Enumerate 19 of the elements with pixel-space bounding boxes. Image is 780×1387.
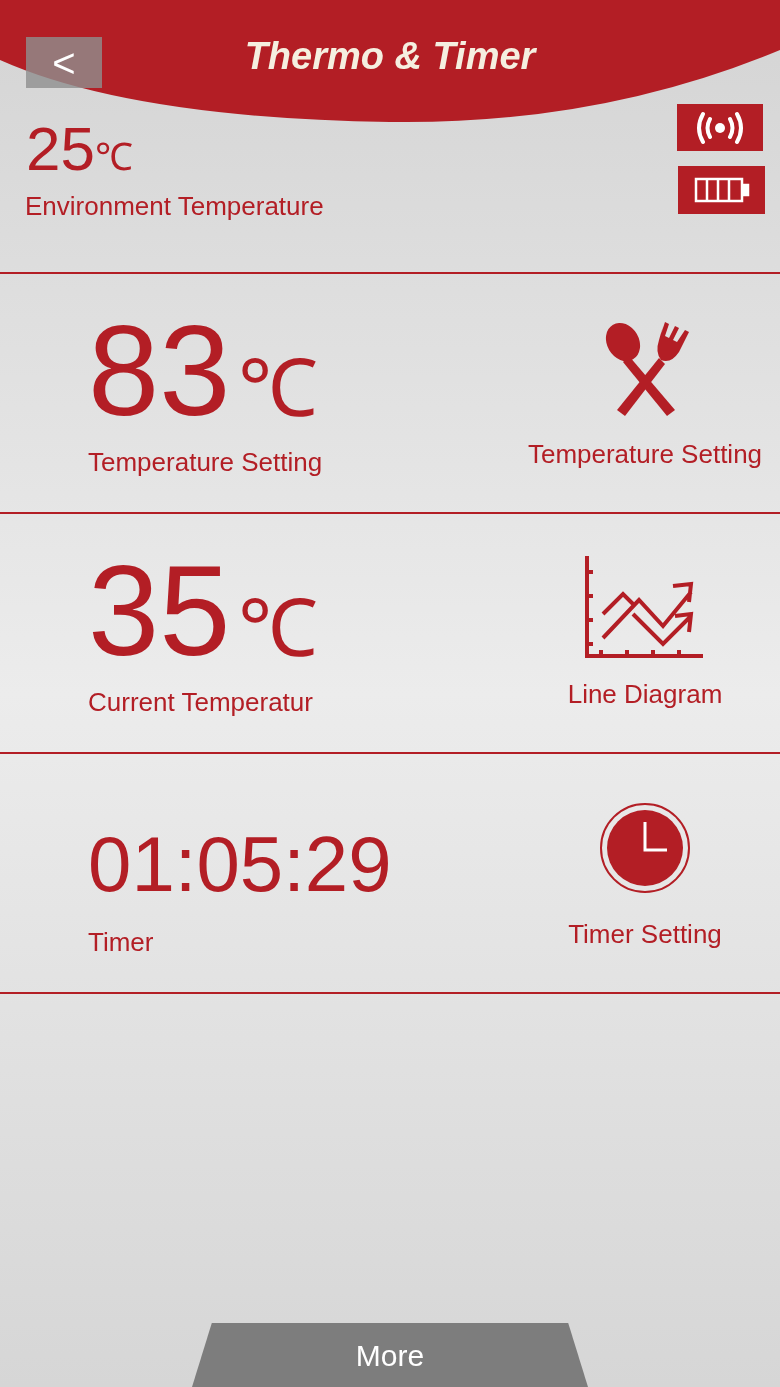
temperature-unit: ℃ — [94, 138, 133, 176]
battery-icon — [678, 166, 765, 214]
environment-temperature-value: 25 — [26, 118, 95, 180]
environment-temperature-label: Environment Temperature — [25, 190, 324, 223]
reading-value: 35 — [88, 546, 231, 675]
setting-link[interactable]: Temperature Setting — [527, 434, 763, 474]
reading-value: 83 — [88, 306, 231, 435]
back-button[interactable]: < — [26, 37, 102, 88]
reading-label: Temperature Setting — [88, 445, 324, 479]
reading-value: 01:05:29 — [88, 824, 392, 910]
setting-link[interactable]: Timer Setting — [568, 914, 722, 954]
temperature-unit: ℃ — [238, 588, 319, 675]
temperature-unit: ℃ — [238, 348, 319, 435]
reading-label: Current Temperatur — [88, 685, 314, 719]
setting-link[interactable]: Line Diagram — [567, 674, 723, 714]
reading-label: Timer — [88, 925, 155, 959]
app-title: Thermo & Timer — [243, 34, 538, 79]
more-tab[interactable]: More — [192, 1323, 588, 1387]
signal-icon[interactable] — [677, 104, 763, 151]
